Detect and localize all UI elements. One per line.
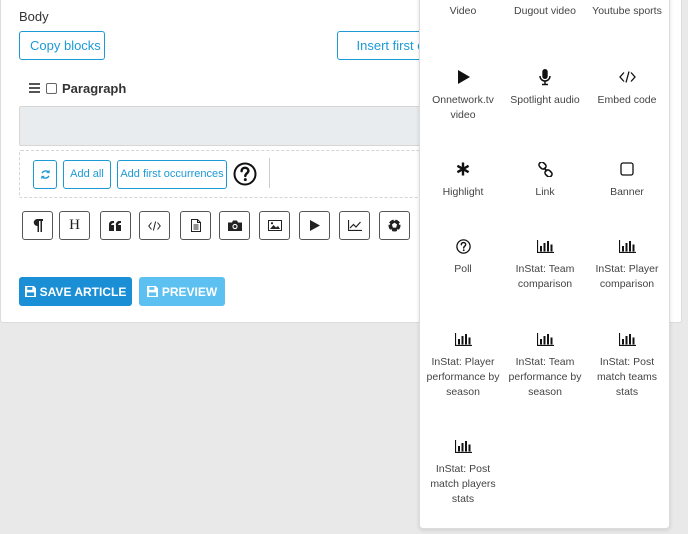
popover-item-onnetwork-video[interactable]: Onnetwork.tv video [422,68,504,123]
banner-item-label: Banner [610,186,644,198]
document-tool-button[interactable] [180,211,211,240]
popover-item-instat-team-comparison[interactable]: InStat: Team comparison [504,237,586,292]
instat-player-comparison-item-label: InStat: Player comparison [595,263,659,290]
floppy-disk-icon [146,286,158,297]
popover-item-highlight[interactable]: Highlight [422,160,504,200]
question-circle-icon [455,238,471,254]
microphone-icon [539,68,551,85]
paragraph-block-header: Paragraph [29,80,126,96]
paragraph-editor[interactable] [19,106,429,146]
bar-chart-icon [618,332,636,346]
link-icon [537,161,553,177]
video-item-label: Video [449,5,477,17]
chart-tool-button[interactable] [339,211,370,240]
instat-post-match-teams-item-label: InStat: Post match teams stats [596,356,658,398]
instat-team-comparison-item-label: InStat: Team comparison [515,263,575,290]
spotlight-audio-item-label: Spotlight audio [510,94,580,106]
bar-chart-icon [618,239,636,253]
drag-handle-icon[interactable] [29,81,40,95]
play-icon [457,70,470,84]
popover-item-link[interactable]: Link [504,160,586,200]
floppy-disk-icon [24,286,36,297]
popover-item-instat-player-comparison[interactable]: InStat: Player comparison [586,237,668,292]
paragraph-label: Paragraph [62,80,127,96]
document-icon [190,219,201,232]
popover-item-dugout-video[interactable]: Dugout video [504,4,586,19]
quote-tool-button[interactable] [100,211,131,240]
square-icon [620,162,634,176]
paragraph-tool-button[interactable] [22,211,53,240]
popover-item-poll[interactable]: Poll [422,237,504,277]
link-item-label: Link [535,186,555,198]
paragraph-checkbox[interactable] [46,82,57,94]
image-icon [267,220,282,231]
onnetwork-video-item-label: Onnetwork.tv video [432,94,494,121]
bar-chart-icon [454,332,472,346]
help-icon[interactable] [233,162,257,186]
youtube-sports-item-label: Youtube sports [592,5,662,17]
popover-item-instat-post-match-teams[interactable]: InStat: Post match teams stats [586,330,668,400]
copy-blocks-button[interactable]: Copy blocks [19,31,105,60]
block-type-popover: Video Dugout video Youtube sports Onnetw… [419,0,670,529]
poll-item-label: Poll [454,263,472,275]
add-first-occurrences-button[interactable]: Add first occurrences [117,160,227,189]
popover-item-spotlight-audio[interactable]: Spotlight audio [504,68,586,108]
preview-label: PREVIEW [161,284,218,299]
refresh-button[interactable] [33,160,57,189]
football-tool-button[interactable] [379,211,410,240]
football-icon [388,219,401,232]
popover-item-instat-player-performance[interactable]: InStat: Player performance by season [422,330,504,400]
add-all-button[interactable]: Add all [63,160,111,189]
popover-item-youtube-sports[interactable]: Youtube sports [586,4,668,19]
dugout-video-item-label: Dugout video [514,5,576,17]
heading-icon: H [69,217,80,233]
save-article-label: SAVE ARTICLE [39,284,127,299]
code-tool-button[interactable] [139,211,170,240]
quote-icon [109,220,121,231]
video-tool-button[interactable] [299,211,330,240]
popover-item-embed-code[interactable]: Embed code [586,68,668,108]
chart-icon [347,220,362,231]
image-tool-button[interactable] [259,211,290,240]
camera-icon [227,220,242,231]
instat-player-performance-item-label: InStat: Player performance by season [426,356,500,398]
highlight-item-label: Highlight [442,186,484,198]
embed-code-item-label: Embed code [597,94,657,106]
paragraph-icon [33,219,43,232]
instat-team-performance-item-label: InStat: Team performance by season [508,356,582,398]
code-icon [618,71,636,83]
preview-button[interactable]: PREVIEW [139,277,225,306]
popover-item-banner[interactable]: Banner [586,160,668,200]
save-article-button[interactable]: SAVE ARTICLE [19,277,132,306]
asterisk-icon [456,162,470,176]
instat-post-match-players-item-label: InStat: Post match players stats [430,463,496,505]
refresh-icon [40,169,50,179]
popover-item-video[interactable]: Video [422,4,504,19]
toolbar-divider [269,158,270,188]
play-icon [309,220,320,231]
heading-tool-button[interactable]: H [59,211,90,240]
popover-item-instat-post-match-players[interactable]: InStat: Post match players stats [422,437,504,507]
bar-chart-icon [536,239,554,253]
bar-chart-icon [454,439,472,453]
popover-item-instat-team-performance[interactable]: InStat: Team performance by season [504,330,586,400]
bar-chart-icon [536,332,554,346]
body-label: Body [19,9,49,24]
camera-tool-button[interactable] [219,211,250,240]
code-icon [148,220,161,231]
